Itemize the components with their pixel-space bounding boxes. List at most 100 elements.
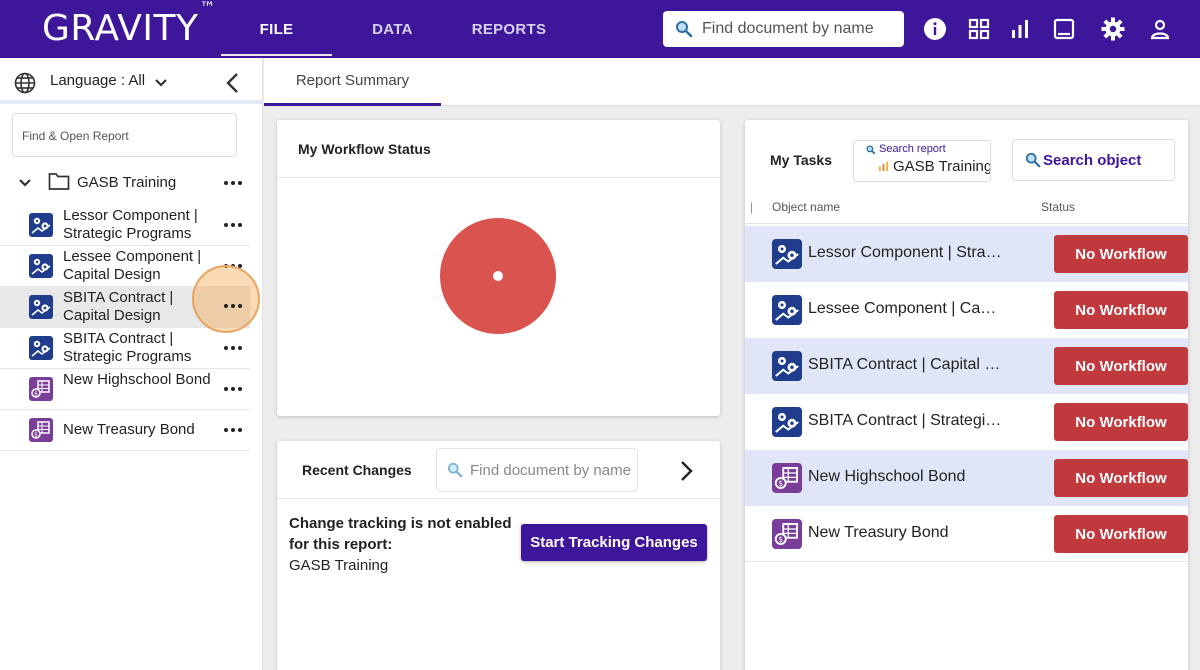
divider	[277, 177, 720, 178]
tree-item-label: New Highschool Bond	[63, 371, 211, 388]
task-object-name: SBITA Contract | Capital D...	[808, 356, 1003, 373]
no-workflow-status-button[interactable]: No Workflow	[1054, 403, 1188, 441]
tree-item-label: Lessee Component | Capital Design	[63, 248, 202, 283]
recent-changes-search-placeholder: Find document by name	[470, 461, 631, 479]
gravity-logo[interactable]: GRAVITY™	[42, 0, 216, 49]
folder-icon	[48, 173, 70, 190]
tree-item[interactable]: $ New Treasury Bond	[0, 409, 250, 451]
bond-icon: $	[29, 377, 53, 401]
divider	[277, 498, 720, 499]
tasks-table-header: | Object name Status	[745, 190, 1188, 224]
chevron-right-icon[interactable]	[679, 460, 693, 482]
my-tasks-title: My Tasks	[770, 152, 832, 168]
collapse-sidebar-icon[interactable]	[225, 72, 241, 94]
more-options-icon[interactable]	[224, 387, 242, 393]
tree-item[interactable]: Lessor Component | Strategic Programs	[0, 204, 250, 246]
no-workflow-status-button[interactable]: No Workflow	[1054, 347, 1188, 385]
tree-item-label: SBITA Contract | Capital Design	[63, 289, 174, 324]
tree-item[interactable]: SBITA Contract | Strategic Programs	[0, 327, 250, 369]
find-open-report-input[interactable]: Find & Open Report	[12, 113, 237, 157]
task-row[interactable]: SBITA Contract | Strategic... No Workflo…	[745, 394, 1188, 450]
search-report-label: Search report	[879, 143, 946, 155]
search-report-value: GASB Training	[893, 158, 991, 175]
info-icon[interactable]	[923, 17, 947, 41]
tree-item-label: New Treasury Bond	[63, 421, 195, 438]
more-options-icon[interactable]	[224, 223, 242, 229]
task-row[interactable]: Lessee Component | Capit... No Workflow	[745, 282, 1188, 338]
language-selector[interactable]: Language : All	[0, 58, 263, 104]
recent-changes-title: Recent Changes	[302, 462, 412, 478]
tree-item-label: Lessor Component | Strategic Programs	[63, 207, 198, 242]
column-object-name[interactable]: Object name	[772, 200, 840, 214]
no-workflow-status-button[interactable]: No Workflow	[1054, 235, 1188, 273]
pie-center	[493, 271, 503, 281]
top-bar: GRAVITY™ FILE DATA REPORTS Find document…	[0, 0, 1200, 58]
recent-changes-search-input[interactable]: Find document by name	[436, 448, 638, 492]
top-search-placeholder: Find document by name	[702, 20, 874, 37]
component-icon	[29, 336, 53, 360]
click-highlight	[192, 265, 260, 333]
more-options-icon[interactable]	[224, 181, 242, 187]
tab-bar: Report Summary	[264, 58, 1200, 106]
column-resize-handle[interactable]: |	[750, 200, 753, 214]
component-icon	[29, 213, 53, 237]
globe-icon	[14, 72, 36, 94]
tracking-message: Change tracking is not enabled for this …	[289, 513, 521, 576]
svg-text:$: $	[34, 391, 38, 398]
task-object-name: New Treasury Bond	[808, 524, 949, 541]
grid-icon[interactable]	[967, 17, 991, 41]
search-report-dropdown[interactable]: Search report GASB Training	[853, 140, 991, 182]
nav-file[interactable]: FILE	[221, 0, 332, 58]
tree-root-folder[interactable]: GASB Training	[0, 166, 250, 200]
task-row[interactable]: $ New Treasury Bond No Workflow	[745, 506, 1188, 562]
book-icon[interactable]	[1052, 17, 1076, 41]
task-object-name: New Highschool Bond	[808, 468, 966, 485]
component-icon	[772, 239, 802, 269]
search-object-button[interactable]: Search object	[1012, 139, 1175, 181]
search-icon	[1025, 152, 1041, 168]
component-icon	[772, 351, 802, 381]
tree-item[interactable]: $ New Highschool Bond	[0, 368, 250, 410]
search-icon	[447, 462, 463, 478]
tree-item-label: SBITA Contract | Strategic Programs	[63, 330, 192, 365]
report-chart-icon	[878, 161, 889, 172]
no-workflow-status-button[interactable]: No Workflow	[1054, 459, 1188, 497]
task-row[interactable]: $ New Highschool Bond No Workflow	[745, 450, 1188, 506]
component-icon	[772, 407, 802, 437]
search-icon	[866, 145, 876, 155]
svg-text:$: $	[778, 479, 783, 488]
start-tracking-button[interactable]: Start Tracking Changes	[521, 524, 707, 561]
logo-text: GRAVITY	[42, 8, 199, 49]
nav-reports[interactable]: REPORTS	[458, 0, 560, 58]
component-icon	[29, 295, 53, 319]
gear-icon[interactable]	[1101, 17, 1125, 41]
language-label: Language : All	[50, 72, 146, 89]
chevron-down-icon[interactable]	[18, 178, 32, 188]
column-status[interactable]: Status	[1041, 200, 1075, 214]
task-row[interactable]: SBITA Contract | Capital D... No Workflo…	[745, 338, 1188, 394]
no-workflow-status-button[interactable]: No Workflow	[1054, 515, 1188, 553]
workflow-status-pie[interactable]	[440, 218, 556, 334]
task-object-name: SBITA Contract | Strategic...	[808, 412, 1003, 429]
bond-icon: $	[29, 418, 53, 442]
more-options-icon[interactable]	[224, 304, 242, 310]
tree-root-label: GASB Training	[77, 174, 177, 191]
bond-icon: $	[772, 463, 802, 493]
bar-chart-icon[interactable]	[1008, 17, 1032, 41]
svg-text:$: $	[778, 535, 783, 544]
top-search-input[interactable]: Find document by name	[663, 11, 904, 47]
more-options-icon[interactable]	[224, 428, 242, 434]
tab-report-summary[interactable]: Report Summary	[264, 58, 441, 106]
svg-text:$: $	[34, 432, 38, 439]
workflow-card-title: My Workflow Status	[298, 141, 431, 157]
task-row[interactable]: Lessor Component | Strat... No Workflow	[745, 226, 1188, 282]
component-icon	[772, 295, 802, 325]
user-icon[interactable]	[1148, 17, 1172, 41]
nav-data[interactable]: DATA	[346, 0, 439, 58]
more-options-icon[interactable]	[224, 346, 242, 352]
no-workflow-status-button[interactable]: No Workflow	[1054, 291, 1188, 329]
search-object-label: Search object	[1043, 151, 1142, 169]
sidebar: Language : All Find & Open Report GASB T…	[0, 58, 263, 670]
chevron-down-icon[interactable]	[154, 78, 168, 88]
tracking-message-bold: Change tracking is not enabled for this …	[289, 515, 512, 553]
